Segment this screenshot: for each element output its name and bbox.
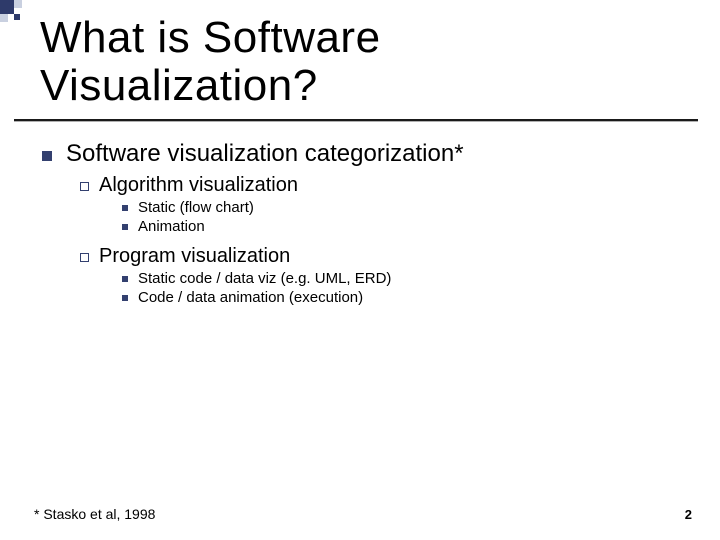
bullet-level-3: Animation bbox=[122, 218, 690, 235]
section-heading: Algorithm visualization bbox=[99, 174, 298, 197]
title-line-1: What is Software bbox=[40, 13, 381, 62]
square-bullet-filled-icon bbox=[42, 151, 52, 161]
square-bullet-tiny-icon bbox=[122, 205, 128, 211]
item-text: Code / data animation (execution) bbox=[138, 289, 363, 306]
item-text: Static (flow chart) bbox=[138, 199, 254, 216]
title-line-2: Visualization? bbox=[40, 61, 318, 110]
square-bullet-tiny-icon bbox=[122, 276, 128, 282]
footnote: * Stasko et al, 1998 bbox=[34, 506, 155, 522]
slide-title: What is Software Visualization? bbox=[40, 14, 381, 111]
slide-corner-decoration bbox=[0, 0, 28, 26]
section-heading: Program visualization bbox=[99, 245, 290, 268]
square-bullet-outline-icon bbox=[80, 182, 89, 191]
main-point-text: Software visualization categorization* bbox=[66, 140, 464, 168]
square-bullet-tiny-icon bbox=[122, 295, 128, 301]
bullet-level-2: Algorithm visualization bbox=[80, 174, 690, 197]
bullet-level-3: Code / data animation (execution) bbox=[122, 289, 690, 306]
bullet-level-2: Program visualization bbox=[80, 245, 690, 268]
slide-content: Software visualization categorization* A… bbox=[42, 140, 690, 306]
page-number: 2 bbox=[685, 507, 692, 522]
bullet-level-1: Software visualization categorization* bbox=[42, 140, 690, 168]
square-bullet-outline-icon bbox=[80, 253, 89, 262]
item-text: Static code / data viz (e.g. UML, ERD) bbox=[138, 270, 391, 287]
title-underline bbox=[14, 119, 698, 121]
bullet-level-3: Static (flow chart) bbox=[122, 199, 690, 216]
bullet-level-3: Static code / data viz (e.g. UML, ERD) bbox=[122, 270, 690, 287]
square-bullet-tiny-icon bbox=[122, 224, 128, 230]
item-text: Animation bbox=[138, 218, 205, 235]
